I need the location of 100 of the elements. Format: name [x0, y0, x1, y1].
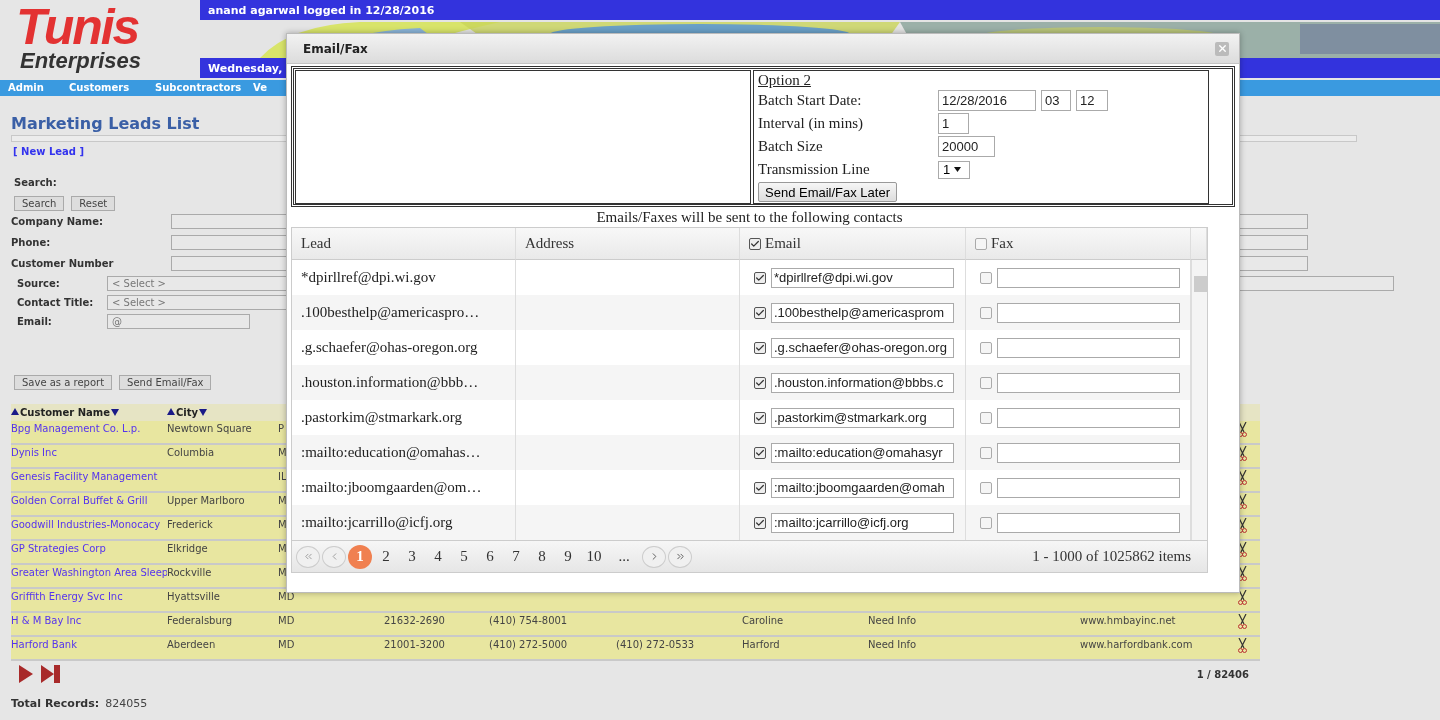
checkbox[interactable]	[754, 411, 766, 424]
customer-link[interactable]: Harford Bank	[11, 639, 77, 650]
checkbox[interactable]	[980, 481, 992, 494]
line-select[interactable]: 1	[938, 160, 970, 179]
customer-link[interactable]: Genesis Facility Management	[11, 471, 158, 482]
fax-field[interactable]	[997, 337, 1180, 358]
fax-field[interactable]	[997, 302, 1180, 323]
field-label: Transmission Line	[758, 161, 871, 178]
table-cell: (410) 754-8001	[489, 615, 568, 626]
sort-down-icon[interactable]	[199, 408, 208, 417]
table-cell: (410) 272-0533	[616, 639, 695, 650]
checkbox[interactable]	[754, 271, 766, 284]
table-cell: (410) 272-5000	[489, 639, 568, 650]
date-field[interactable]: 12/28/2016	[938, 90, 1036, 111]
checkbox[interactable]	[980, 341, 992, 354]
field-label: Source:	[17, 278, 61, 289]
user-status-bar: anand agarwal logged in 12/28/2016	[200, 0, 1440, 20]
customer-link[interactable]: Dynis Inc	[11, 447, 57, 458]
email-field[interactable]: :mailto:jcarrillo@icfj.org	[771, 512, 954, 533]
batch-size-field[interactable]: 20000	[938, 136, 995, 157]
hour-field[interactable]: 03	[1041, 90, 1071, 111]
logo-title: Tunis	[16, 4, 139, 50]
checkbox[interactable]	[754, 481, 766, 494]
column-header[interactable]: City	[176, 406, 199, 418]
checkbox[interactable]	[980, 446, 992, 459]
customer-link[interactable]: Bpg Management Co. L.p.	[11, 423, 141, 434]
contacts-caption: Emails/Faxes will be sent to the following contacts	[596, 208, 903, 227]
checkbox[interactable]	[975, 237, 987, 250]
fax-field[interactable]	[997, 372, 1180, 393]
last-page-icon[interactable]	[41, 665, 60, 683]
checkbox[interactable]	[749, 237, 761, 250]
table-cell: Need Info	[868, 639, 917, 650]
column-header[interactable]: Lead	[301, 235, 331, 252]
fax-field[interactable]	[997, 477, 1180, 498]
checkbox[interactable]	[754, 306, 766, 319]
reset-button[interactable]: Reset	[71, 196, 116, 211]
fax-field[interactable]	[997, 512, 1180, 533]
more-pages-button[interactable]: ...	[612, 544, 636, 569]
table-cell: Caroline	[742, 615, 784, 626]
page-button[interactable]: 4	[426, 544, 450, 569]
email-field[interactable]: :mailto:jboomgaarden@omah	[771, 477, 954, 498]
page-button[interactable]: 10	[582, 544, 606, 569]
search-label: Search:	[14, 177, 57, 188]
interval-field[interactable]: 1	[938, 113, 969, 134]
send-later-button[interactable]: Send Email/Fax Later	[758, 182, 897, 202]
table-cell: P	[278, 423, 285, 434]
total-label: Total Records:	[11, 697, 100, 710]
scissors-icon[interactable]	[1238, 614, 1247, 630]
email-field[interactable]: .houston.information@bbbs.c	[771, 372, 954, 393]
scrollbar[interactable]	[1191, 260, 1207, 540]
email-field[interactable]: .100besthelp@americasprom	[771, 302, 954, 323]
scissors-icon[interactable]	[1238, 638, 1247, 654]
checkbox[interactable]	[754, 376, 766, 389]
column-header[interactable]: Fax	[991, 235, 1014, 252]
send-email-fax-button[interactable]: Send Email/Fax	[119, 375, 212, 390]
email-field[interactable]: :mailto:education@omahasyr	[771, 442, 954, 463]
checkbox[interactable]	[754, 516, 766, 529]
checkbox[interactable]	[980, 271, 992, 284]
page-button[interactable]: 9	[556, 544, 580, 569]
customer-link[interactable]: Golden Corral Buffet & Grill	[11, 495, 148, 506]
table-cell: M	[278, 495, 287, 506]
customer-link[interactable]: Griffith Energy Svc Inc	[11, 591, 123, 602]
page-button[interactable]: 2	[374, 544, 398, 569]
email-field[interactable]: *dpirllref@dpi.wi.gov	[771, 267, 954, 288]
next-page-icon[interactable]	[19, 665, 33, 683]
lead-cell: :mailto:education@omahas…	[301, 444, 481, 461]
customer-link[interactable]: Greater Washington Area Sleep	[11, 567, 167, 578]
new-lead-link[interactable]: [ New Lead ]	[13, 146, 85, 157]
page-button[interactable]: 6	[478, 544, 502, 569]
table-cell: www.harfordbank.com	[1080, 639, 1193, 650]
page-title: Marketing Leads List	[11, 114, 200, 133]
field-label: Contact Title:	[17, 297, 95, 308]
save-report-button[interactable]: Save as a report	[14, 375, 113, 390]
page-button[interactable]: 3	[400, 544, 424, 569]
page-button[interactable]: 7	[504, 544, 528, 569]
checkbox[interactable]	[980, 306, 992, 319]
customer-link[interactable]: Goodwill Industries-Monocacy	[11, 519, 161, 530]
minute-field[interactable]: 12	[1076, 90, 1108, 111]
table-cell: www.hmbayinc.net	[1080, 615, 1176, 626]
sort-up-icon[interactable]	[11, 408, 19, 417]
fax-field[interactable]	[997, 442, 1180, 463]
sort-down-icon[interactable]	[111, 408, 119, 417]
search-button[interactable]: Search	[14, 196, 65, 211]
fax-field[interactable]	[997, 267, 1180, 288]
field-label: Batch Start Date:	[758, 92, 863, 109]
page-button[interactable]: 8	[530, 544, 554, 569]
checkbox[interactable]	[980, 376, 992, 389]
column-header[interactable]: Email	[765, 235, 801, 252]
input-field[interactable]: @	[107, 314, 250, 329]
checkbox[interactable]	[754, 446, 766, 459]
email-field[interactable]: .pastorkim@stmarkark.org	[771, 407, 954, 428]
page-button[interactable]: 5	[452, 544, 476, 569]
customer-link[interactable]: H & M Bay Inc	[11, 615, 82, 626]
checkbox[interactable]	[980, 516, 992, 529]
column-header[interactable]: Address	[525, 235, 575, 252]
checkbox[interactable]	[754, 341, 766, 354]
customer-link[interactable]: GP Strategies Corp	[11, 543, 106, 554]
fax-field[interactable]	[997, 407, 1180, 428]
email-field[interactable]: .g.schaefer@ohas-oregon.org	[771, 337, 954, 358]
checkbox[interactable]	[980, 411, 992, 424]
